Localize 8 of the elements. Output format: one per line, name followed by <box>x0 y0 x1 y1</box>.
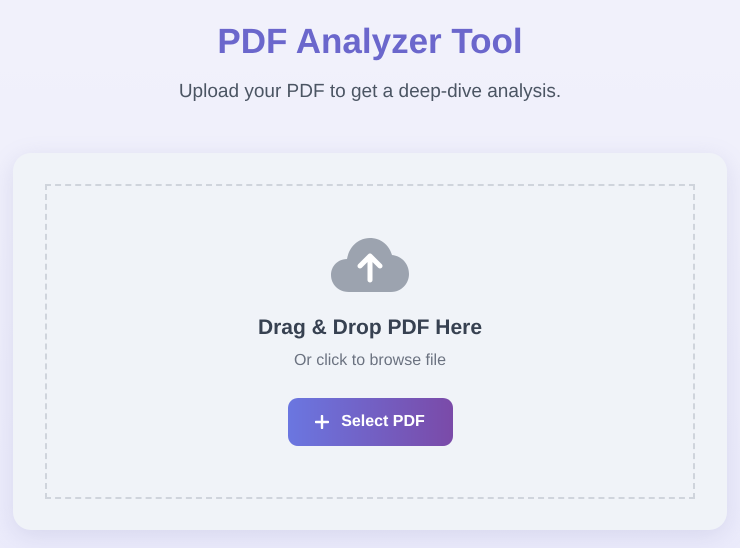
plus-icon <box>315 415 330 429</box>
select-pdf-button[interactable]: Select PDF <box>288 398 452 446</box>
drop-hint: Or click to browse file <box>294 352 446 370</box>
page-subtitle: Upload your PDF to get a deep-dive analysis. <box>178 80 562 104</box>
cloud-upload-icon <box>331 238 409 292</box>
page-title: PDF Analyzer Tool <box>217 21 523 63</box>
drop-zone[interactable]: Drag & Drop PDF Here Or click to browse file Select PDF <box>45 184 695 499</box>
drop-heading: Drag & Drop PDF Here <box>258 316 482 340</box>
